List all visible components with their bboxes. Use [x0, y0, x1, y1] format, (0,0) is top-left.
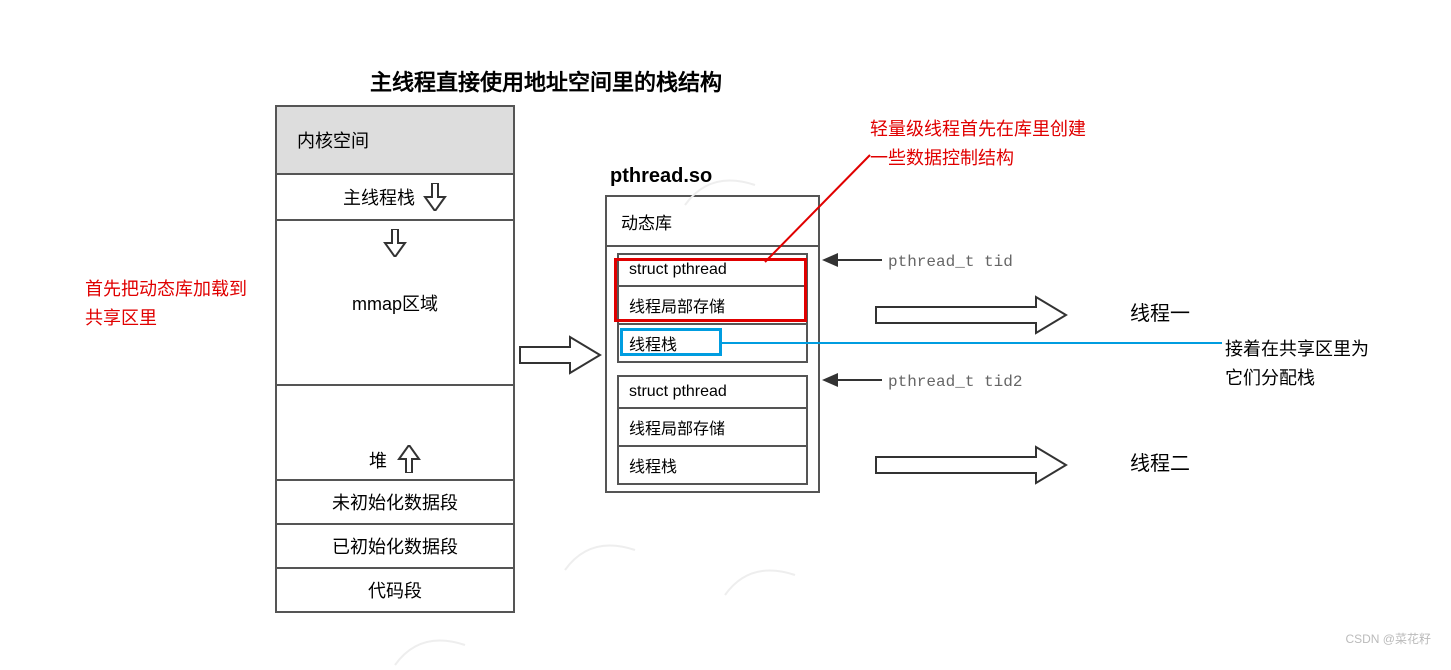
thread1-label: 线程一: [1130, 298, 1190, 330]
red-connector-line: [760, 150, 880, 270]
mmap-label: mmap区域: [352, 290, 438, 316]
heap-label: 堆: [369, 447, 387, 473]
up-arrow-icon: [397, 445, 421, 473]
right-arrow-icon: [876, 445, 1066, 485]
tls-2: 线程局部存储: [619, 409, 806, 447]
note-create-line2: 一些数据控制结构: [870, 148, 1014, 168]
address-space-box: 内核空间 主线程栈 mmap区域 堆 未初始化数据段 已初始化数据段 代码段: [275, 105, 515, 613]
main-stack-cell: 主线程栈: [277, 175, 513, 221]
tid2-label: pthread_t tid2: [888, 370, 1022, 396]
thread2-struct-table: struct pthread 线程局部存储 线程栈: [617, 375, 808, 485]
mmap-cell: mmap区域: [277, 221, 513, 386]
diagram-title: 主线程直接使用地址空间里的栈结构: [370, 65, 722, 97]
text-cell: 代码段: [277, 569, 513, 611]
tid1-label: pthread_t tid: [888, 250, 1013, 276]
note-alloc-line2: 它们分配栈: [1225, 368, 1315, 388]
bss-cell: 未初始化数据段: [277, 481, 513, 525]
right-arrow-icon: [520, 335, 600, 375]
note-create-line1: 轻量级线程首先在库里创建: [870, 119, 1086, 139]
heap-cell: 堆: [277, 386, 513, 481]
main-stack-label: 主线程栈: [343, 184, 415, 210]
note-line2: 共享区里: [85, 308, 157, 328]
scuff-icon: [390, 630, 470, 670]
scuff-icon: [560, 535, 640, 575]
right-arrow-icon: [876, 295, 1066, 335]
note-alloc-line1: 接着在共享区里为: [1225, 339, 1369, 359]
watermark: CSDN @菜花籽: [1345, 630, 1431, 647]
scuff-icon: [680, 170, 760, 210]
blue-highlight-box: [620, 328, 722, 356]
stack-2: 线程栈: [619, 447, 806, 483]
kernel-space-cell: 内核空间: [277, 107, 513, 175]
note-alloc-stack: 接着在共享区里为 它们分配栈: [1225, 335, 1369, 393]
data-cell: 已初始化数据段: [277, 525, 513, 569]
scuff-icon: [720, 560, 800, 600]
down-arrow-icon: [383, 229, 407, 257]
note-create-struct: 轻量级线程首先在库里创建 一些数据控制结构: [870, 115, 1086, 173]
thread2-label: 线程二: [1130, 448, 1190, 480]
pointer-arrow-icon: [822, 370, 882, 390]
struct-pthread-2: struct pthread: [619, 377, 806, 409]
note-line1: 首先把动态库加载到: [85, 279, 247, 299]
blue-connector-line: [722, 340, 1222, 346]
note-load-lib: 首先把动态库加载到 共享区里: [85, 275, 247, 333]
down-arrow-icon: [423, 183, 447, 211]
